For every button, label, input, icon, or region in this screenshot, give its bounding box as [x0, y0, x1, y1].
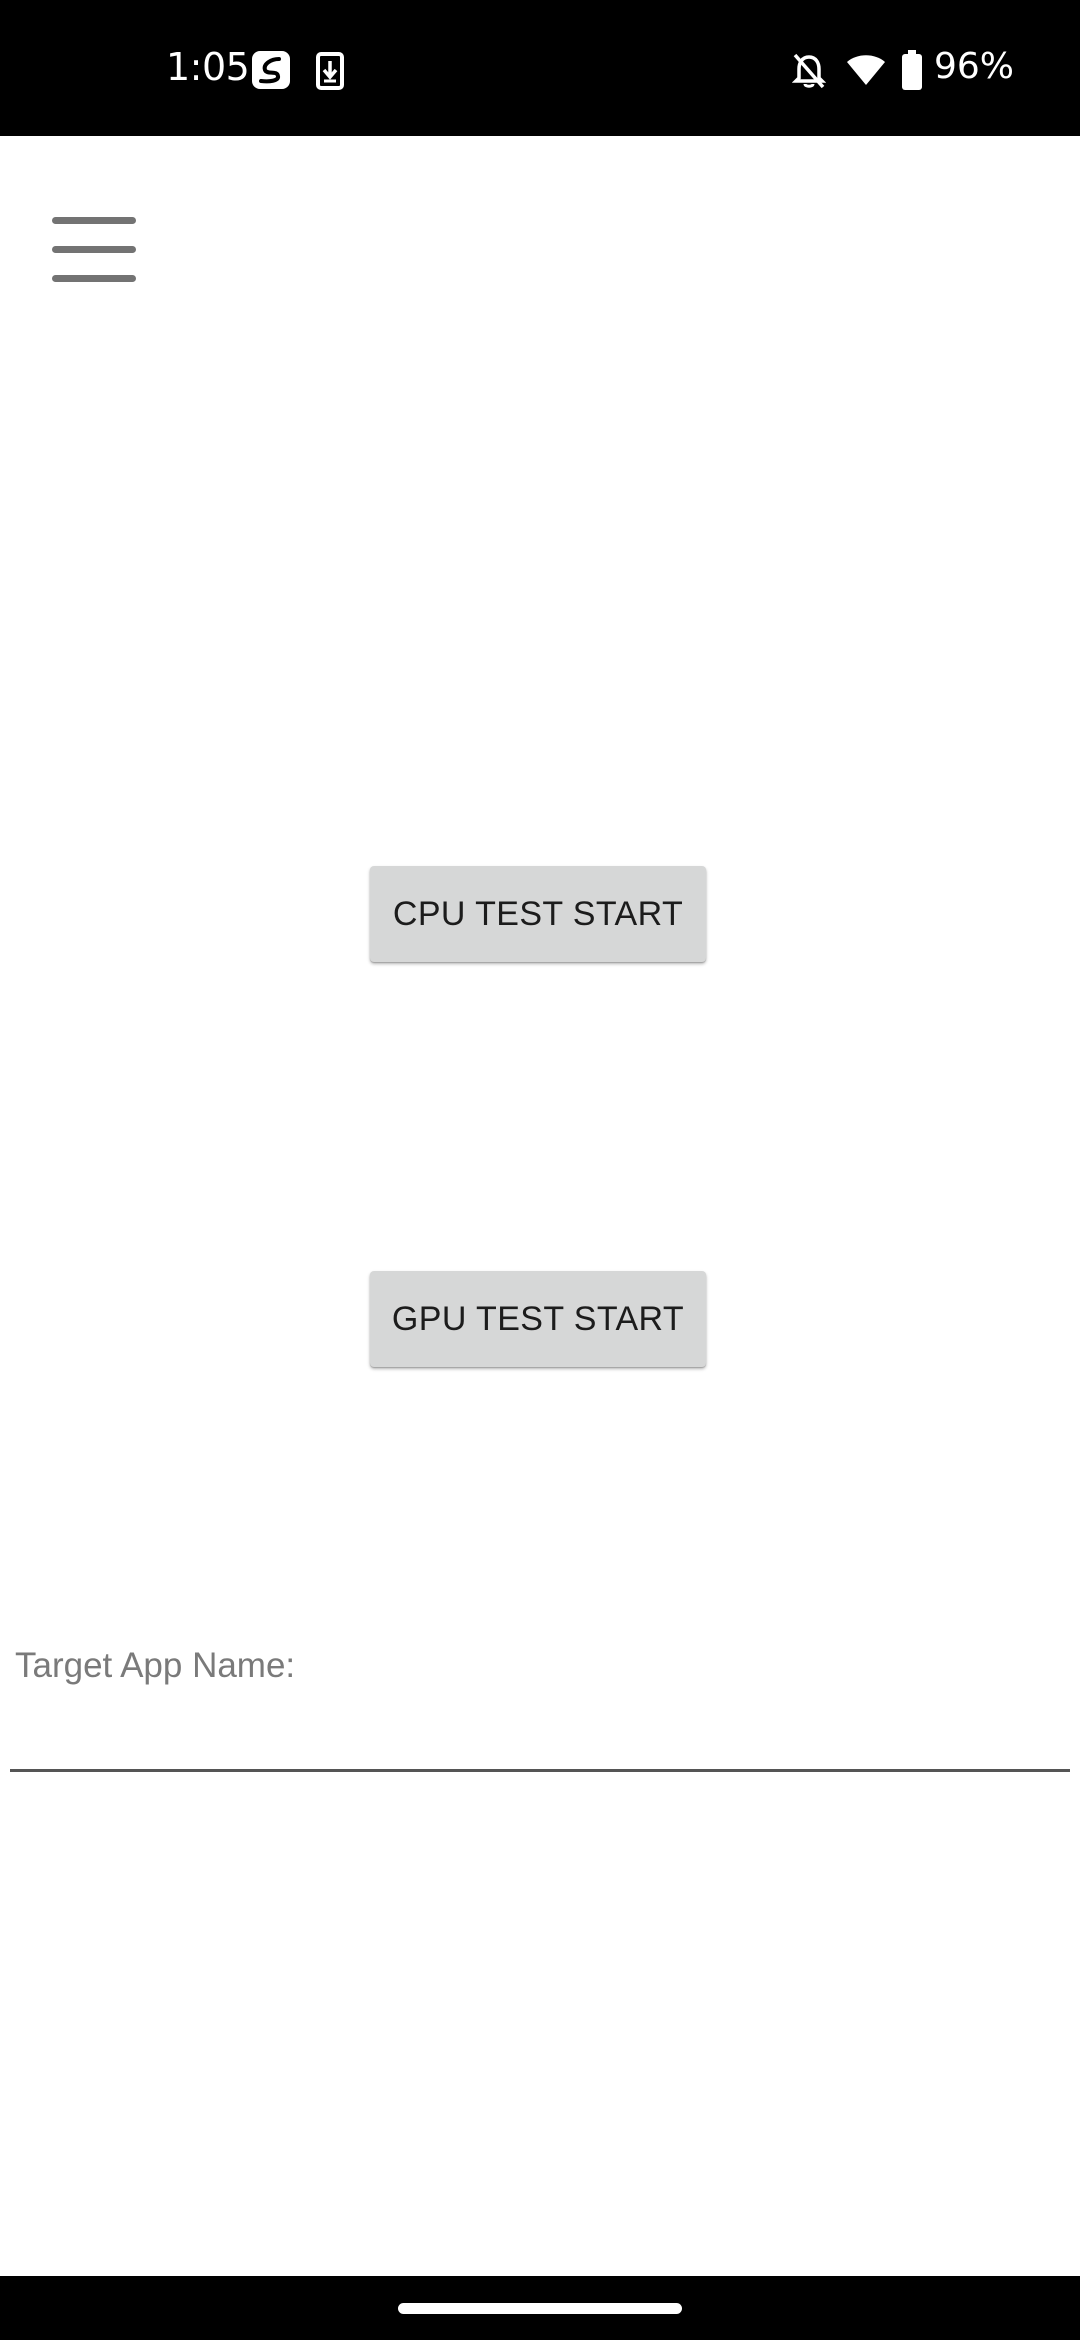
home-gesture-handle[interactable] — [398, 2303, 682, 2314]
target-app-name-input[interactable] — [10, 1700, 1070, 1772]
menu-bar-line — [52, 217, 136, 224]
menu-bar-line — [52, 275, 136, 282]
battery-icon — [902, 50, 922, 90]
app-notification-icon — [252, 51, 290, 89]
status-time: 1:05 — [166, 45, 250, 89]
cpu-test-start-button[interactable]: CPU TEST START — [370, 866, 706, 962]
hamburger-menu-icon[interactable] — [40, 205, 148, 301]
download-notification-icon — [316, 52, 344, 90]
navigation-bar — [0, 2276, 1080, 2340]
menu-bar-line — [52, 246, 136, 253]
target-app-name-label: Target App Name: — [15, 1646, 296, 1685]
do-not-disturb-icon — [792, 53, 826, 89]
gpu-test-start-button[interactable]: GPU TEST START — [370, 1271, 706, 1367]
battery-percentage: 96% — [934, 46, 1015, 87]
wifi-icon — [847, 55, 885, 85]
status-bar: 1:05 96% — [0, 0, 1080, 136]
